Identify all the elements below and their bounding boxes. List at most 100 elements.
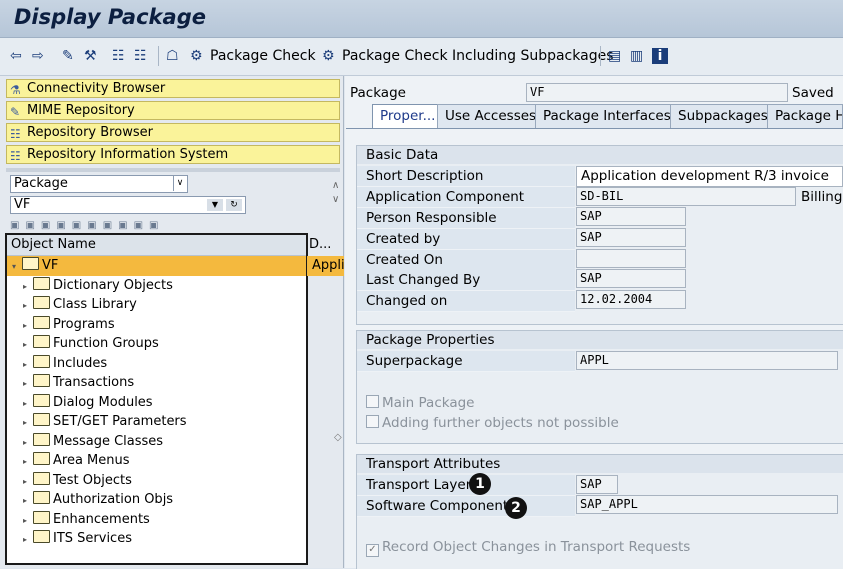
- connectivity-browser-button[interactable]: ⚗ Connectivity Browser: [6, 79, 340, 98]
- hierarchy-icon[interactable]: ☷: [134, 48, 147, 64]
- application-component-label: Application Component: [357, 187, 575, 208]
- toolbar-separator: [600, 46, 601, 66]
- package-check-sub-icon[interactable]: ⚙: [322, 48, 335, 64]
- tree-node[interactable]: ▸ Enhancements: [23, 510, 150, 530]
- folder-open-icon: [22, 257, 39, 270]
- tree-node[interactable]: ▸ ITS Services: [23, 529, 132, 549]
- object-name-input[interactable]: VF ▼ ↻: [10, 196, 246, 214]
- tree-node-label: Function Groups: [53, 336, 159, 351]
- window-title: Display Package: [14, 5, 206, 29]
- forward-arrow-icon[interactable]: ⇨: [32, 48, 44, 64]
- expand-arrow-icon[interactable]: ▸: [23, 296, 33, 315]
- expand-arrow-icon[interactable]: ▸: [23, 374, 33, 393]
- expand-arrow-icon[interactable]: ▾: [12, 257, 22, 276]
- display-icon[interactable]: ↻: [226, 199, 242, 211]
- package-check-button[interactable]: Package Check: [210, 48, 316, 64]
- basic-data-title: Basic Data: [357, 146, 843, 164]
- tab-properties[interactable]: Proper...: [372, 104, 444, 129]
- folder-icon: [33, 315, 50, 329]
- tree-node[interactable]: ▸ Class Library: [23, 295, 137, 315]
- tree-node[interactable]: ▸ Programs: [23, 315, 115, 335]
- tab-use-accesses[interactable]: Use Accesses: [437, 104, 545, 128]
- software-component-field[interactable]: SAP_APPL: [576, 495, 838, 514]
- package-check-icon[interactable]: ⚙: [190, 48, 203, 64]
- lock-icon[interactable]: ☖: [166, 48, 179, 64]
- tree-node-label: SET/GET Parameters: [53, 414, 187, 429]
- short-description-field[interactable]: Application development R/3 invoice: [576, 166, 843, 187]
- display-change-icon[interactable]: ✎: [62, 48, 74, 64]
- expand-arrow-icon[interactable]: ▸: [23, 472, 33, 491]
- tree-node[interactable]: ▸ Dictionary Objects: [23, 276, 173, 296]
- created-on-field[interactable]: [576, 249, 686, 268]
- superpackage-field[interactable]: APPL: [576, 351, 838, 370]
- col-description[interactable]: D...: [309, 235, 331, 255]
- table-icon[interactable]: ▤: [608, 48, 621, 64]
- nav-divider: [6, 168, 340, 172]
- package-check-subpackages-button[interactable]: Package Check Including Subpackages: [342, 48, 614, 64]
- short-description-label: Short Description: [357, 166, 575, 187]
- tree-header: Object Name D...: [7, 235, 331, 256]
- tree-toolbar[interactable]: ▣▣▣▣▣▣▣▣▣▣: [10, 220, 270, 230]
- package-field[interactable]: VF: [526, 83, 788, 102]
- repository-information-system-button[interactable]: ☷ Repository Information System: [6, 145, 340, 164]
- activate-icon[interactable]: ⚒: [84, 48, 97, 64]
- tree-root-row[interactable]: ▾ VF: [7, 256, 306, 276]
- expand-arrow-icon[interactable]: ▸: [23, 433, 33, 452]
- expand-arrow-icon[interactable]: ▸: [23, 530, 33, 549]
- changed-on-field[interactable]: 12.02.2004: [576, 290, 686, 309]
- expand-arrow-icon[interactable]: ▸: [23, 316, 33, 335]
- expand-arrow-icon[interactable]: ▸: [23, 413, 33, 432]
- tree-node[interactable]: ▸ Authorization Objs: [23, 490, 173, 510]
- tree-root-description[interactable]: Appli: [307, 256, 344, 276]
- tree-node[interactable]: ▸ Includes: [23, 354, 107, 374]
- tree-node[interactable]: ▸ Function Groups: [23, 334, 159, 354]
- info-icon[interactable]: i: [652, 48, 668, 64]
- object-type-select[interactable]: Package ∨: [10, 175, 188, 193]
- expand-arrow-icon[interactable]: ▸: [23, 452, 33, 471]
- folder-icon: [33, 335, 50, 348]
- tree-node[interactable]: ▸ Test Objects: [23, 471, 132, 491]
- main-package-checkbox[interactable]: Main Package: [366, 394, 474, 413]
- tree-node[interactable]: ▸ Message Classes: [23, 432, 163, 452]
- last-changed-by-field[interactable]: SAP: [576, 269, 686, 288]
- back-arrow-icon[interactable]: ⇦: [10, 48, 22, 64]
- person-responsible-field[interactable]: SAP: [576, 207, 686, 226]
- tree-node[interactable]: ▸ SET/GET Parameters: [23, 412, 187, 432]
- col-object-name[interactable]: Object Name: [11, 235, 96, 255]
- record-changes-checkbox[interactable]: ✓ Record Object Changes in Transport Requ…: [366, 538, 690, 557]
- chevron-down-icon[interactable]: ∨: [173, 176, 186, 191]
- record-changes-text: Record Object Changes in Transport Reque…: [382, 539, 691, 555]
- tab-package-hierarchy[interactable]: Package Hi: [767, 104, 843, 128]
- folder-icon: [33, 374, 50, 387]
- dropdown-icon[interactable]: ▼: [207, 199, 223, 211]
- folder-icon: [33, 510, 50, 524]
- nav-item-label: MIME Repository: [27, 103, 135, 118]
- expand-arrow-icon[interactable]: ▸: [23, 335, 33, 354]
- chevron-up-icon[interactable]: ∧: [332, 180, 344, 191]
- tree-node[interactable]: ▸ Dialog Modules: [23, 393, 153, 413]
- chevron-down-icon[interactable]: ∨: [332, 194, 344, 205]
- expand-arrow-icon[interactable]: ▸: [23, 355, 33, 374]
- expand-arrow-icon[interactable]: ▸: [23, 277, 33, 296]
- adding-objects-checkbox[interactable]: Adding further objects not possible: [366, 414, 619, 433]
- transport-layer-field[interactable]: SAP: [576, 475, 618, 494]
- mime-repository-button[interactable]: ✎ MIME Repository: [6, 101, 340, 120]
- application-component-field[interactable]: SD-BIL: [576, 187, 796, 206]
- pane-scrollbar[interactable]: ◇: [331, 316, 345, 443]
- where-used-icon[interactable]: ☷: [112, 48, 125, 64]
- expand-arrow-icon[interactable]: ▸: [23, 394, 33, 413]
- expand-arrow-icon[interactable]: ▸: [23, 491, 33, 510]
- tree-node-label: Area Menus: [53, 453, 130, 468]
- checkbox-icon: [366, 395, 379, 408]
- tree-node[interactable]: ▸ Transactions: [23, 373, 134, 393]
- tree-node[interactable]: ▸ Area Menus: [23, 451, 130, 471]
- folder-icon: [33, 354, 50, 368]
- connectivity-icon: ⚗: [10, 83, 21, 97]
- created-by-field[interactable]: SAP: [576, 228, 686, 247]
- repository-browser-button[interactable]: ☷ Repository Browser: [6, 123, 340, 142]
- tab-package-interfaces[interactable]: Package Interfaces: [535, 104, 679, 128]
- tab-subpackages[interactable]: Subpackages: [670, 104, 776, 128]
- print-icon[interactable]: ▥: [630, 48, 643, 64]
- expand-arrow-icon[interactable]: ▸: [23, 511, 33, 530]
- info-system-icon: ☷: [10, 149, 21, 163]
